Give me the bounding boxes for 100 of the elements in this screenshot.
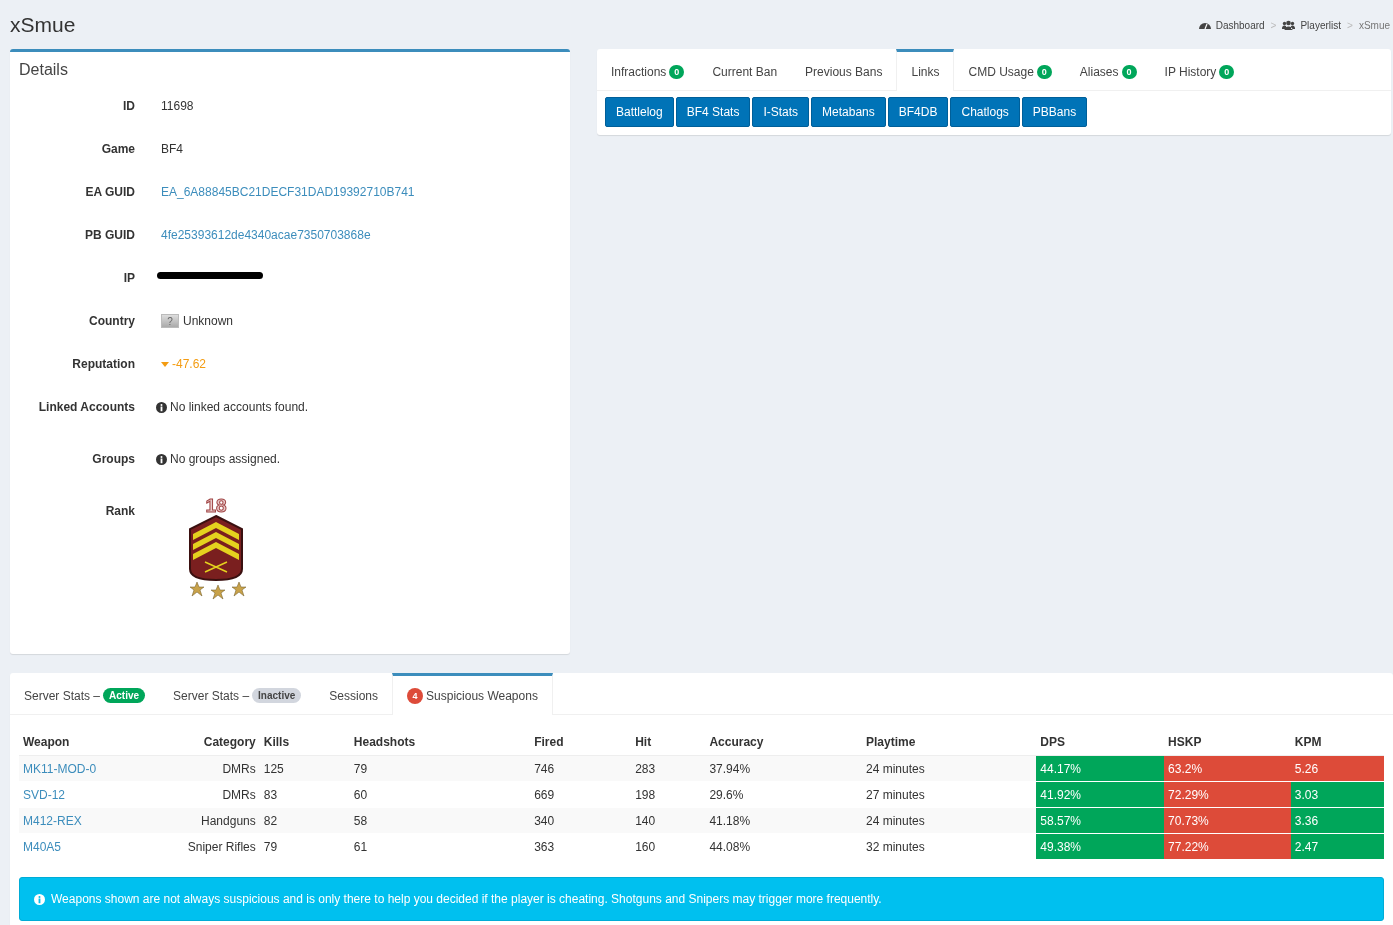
rating-cell: 3.36 (1290, 807, 1384, 834)
table-cell: 61 (349, 833, 531, 859)
link-button[interactable]: Chatlogs (950, 97, 1020, 127)
column-header: Weapon (19, 729, 184, 756)
count-badge: 0 (1121, 64, 1137, 79)
table-cell: 363 (530, 833, 632, 859)
detail-label: ID (122, 99, 135, 115)
table-cell: 58 (349, 807, 531, 834)
tab[interactable]: CMD Usage 0 (954, 49, 1066, 91)
link-button[interactable]: Metabans (811, 97, 886, 127)
info-message: No linked accounts found. (170, 400, 309, 414)
tab-label: Server Stats – (24, 688, 101, 703)
link-button[interactable]: PBBans (1021, 97, 1088, 127)
reputation-value: -47.62 (172, 357, 207, 371)
count-badge: 0 (1219, 64, 1235, 79)
table-cell: 746 (530, 755, 632, 782)
rating-cell: 44.17% (1036, 755, 1165, 782)
detail-label: Country (88, 314, 135, 330)
tab[interactable]: Links (896, 49, 955, 91)
column-header: Kills (259, 729, 350, 756)
rating-cell: 58.57% (1036, 807, 1165, 834)
column-header: KPM (1290, 729, 1384, 756)
tab-label: Server Stats – (173, 688, 250, 703)
detail-label: Reputation (71, 357, 135, 373)
rating-cell: 2.47 (1290, 833, 1384, 859)
table-cell: 125 (259, 755, 350, 782)
rating-cell: 49.38% (1036, 833, 1165, 859)
tab-label: Sessions (329, 688, 379, 703)
users-icon (1282, 20, 1296, 30)
rating-cell: 5.26 (1290, 755, 1384, 782)
count-badge: 0 (669, 64, 685, 79)
alert-message: Weapons shown are not always suspicious and is only there to help you decided if the player is cheating. Shotguns and Snipers may trigger more frequently. (51, 892, 882, 906)
info-icon (34, 893, 45, 905)
table-cell: 79 (259, 833, 350, 859)
dashboard-icon (1198, 20, 1211, 30)
table-cell: 340 (530, 807, 632, 834)
detail-label: Groups (91, 452, 135, 468)
column-header: HSKP (1164, 729, 1291, 756)
weapon-link[interactable]: M40A5 (23, 839, 62, 854)
table-cell: Handguns (183, 807, 260, 834)
rating-cell: 70.73% (1164, 807, 1291, 834)
tab[interactable]: Aliases 0 (1065, 49, 1151, 91)
weapon-link[interactable]: M412-REX (23, 813, 82, 828)
info-message: No groups assigned. (170, 452, 281, 466)
card-title: Details (18, 60, 69, 80)
country-name: Unknown (183, 314, 234, 328)
tab[interactable]: IP History 0 (1150, 49, 1249, 91)
page-title: xSmue (10, 13, 76, 37)
guid-link[interactable]: 4fe25393612de4340acae7350703868e (161, 228, 371, 242)
rating-cell: 72.29% (1164, 781, 1291, 808)
rating-cell: 41.92% (1036, 781, 1165, 808)
table-cell: 82 (259, 807, 350, 834)
breadcrumb-link[interactable]: xSmue (1358, 19, 1390, 31)
table-cell: 79 (349, 755, 531, 782)
tab[interactable]: Server Stats – Inactive (159, 673, 316, 715)
info-icon (156, 453, 167, 465)
tab[interactable]: 4 Suspicious Weapons (392, 673, 553, 715)
column-header: Playtime (861, 729, 1037, 756)
table-cell: 41.18% (705, 807, 862, 834)
breadcrumb-link[interactable]: Playerlist (1300, 19, 1342, 31)
breadcrumb-separator: > (1347, 19, 1353, 31)
tab-label: Suspicious Weapons (426, 688, 538, 703)
breadcrumb-separator: > (1270, 19, 1277, 31)
breadcrumb-link[interactable]: Dashboard (1215, 19, 1265, 31)
rating-cell: 63.2% (1164, 755, 1291, 782)
link-button[interactable]: BF4 Stats (675, 97, 751, 127)
detail-value: BF4 (161, 142, 183, 156)
table-cell: DMRs (183, 755, 260, 782)
column-header: Accuracy (705, 729, 862, 756)
weapon-link[interactable]: SVD-12 (23, 787, 66, 802)
column-header: DPS (1036, 729, 1165, 756)
tab[interactable]: Server Stats – Active (10, 673, 160, 715)
count-badge: 0 (1036, 64, 1052, 79)
tab[interactable]: Infractions 0 (597, 49, 699, 91)
table-cell: 283 (631, 755, 706, 782)
table-cell: 24 minutes (861, 755, 1037, 782)
table-cell: 24 minutes (861, 807, 1037, 834)
tab[interactable]: Current Ban (698, 49, 792, 91)
info-icon (156, 401, 167, 413)
detail-label: Linked Accounts (37, 400, 135, 416)
detail-label: Game (100, 142, 135, 158)
detail-value: 11698 (161, 99, 194, 113)
table-cell: 160 (631, 833, 706, 859)
rating-cell: 77.22% (1164, 833, 1291, 859)
guid-link[interactable]: EA_6A88845BC21DECF31DAD19392710B741 (161, 185, 415, 199)
table-cell: 140 (631, 807, 706, 834)
link-button[interactable]: Battlelog (605, 97, 674, 127)
link-button[interactable]: BF4DB (887, 97, 949, 127)
tab[interactable]: Sessions (315, 673, 393, 715)
status-badge: Active (103, 688, 146, 703)
rating-cell: 3.03 (1290, 781, 1384, 808)
link-button[interactable]: I-Stats (752, 97, 810, 127)
detail-label: EA GUID (84, 185, 135, 201)
flag-icon: ? (161, 314, 179, 328)
detail-label: PB GUID (84, 228, 135, 244)
detail-label: IP (122, 271, 135, 287)
tab[interactable]: Previous Bans (791, 49, 897, 91)
column-header: Hit (631, 729, 706, 756)
table-cell: Sniper Rifles (183, 833, 260, 859)
detail-label: Rank (104, 504, 135, 520)
